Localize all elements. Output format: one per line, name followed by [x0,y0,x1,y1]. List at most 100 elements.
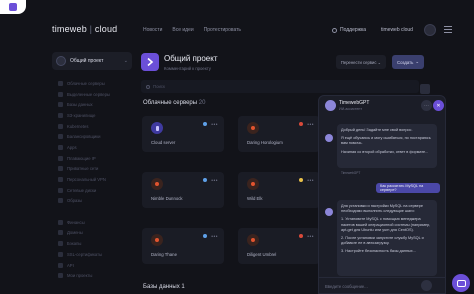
app-icon [9,3,17,11]
avatar[interactable] [424,24,436,36]
sidebar-item-apps[interactable]: Apps [52,142,132,153]
support-label: Поддержка [340,27,367,33]
balancer-icon [58,134,63,140]
image-icon [58,198,63,204]
nav-ideas[interactable]: Все идеи [172,27,193,33]
server-os-icon [151,234,163,246]
sidebar-item-projects[interactable]: Мои проекты [52,270,132,281]
region-flag-icon [203,178,207,182]
server-name: Wild Elk [247,196,263,201]
sidebar-item-vpn[interactable]: Персональный VPN [52,174,132,185]
close-icon[interactable]: ✕ [433,100,444,111]
sidebar-item-finance[interactable]: Финансы [52,217,132,228]
grid-view-icon[interactable] [420,84,430,94]
sidebar: Общий проект ⌄ Облачные серверы Выделенн… [52,52,132,294]
server-card[interactable]: ••• Daring Thane [142,228,224,264]
folder-icon [58,273,63,279]
browser-notch [0,0,26,14]
sidebar-item-domains[interactable]: Домены [52,228,132,239]
sidebar-item-balancers[interactable]: Балансировщики [52,131,132,142]
bot-avatar [325,134,333,142]
support-link[interactable]: Поддержка [332,27,366,33]
server-os-icon [151,122,163,134]
sidebar-item-images[interactable]: Образы [52,196,132,207]
apps-icon [58,144,63,150]
sidebar-item-ssl[interactable]: SSL-сертификаты [52,249,132,260]
server-os-icon [247,178,259,190]
sidebar-item-kubernetes[interactable]: Kubernetes [52,121,132,132]
bot-logo-icon [325,100,336,111]
sidebar-item-s3[interactable]: S3-хранилище [52,110,132,121]
sidebar-item-cloud-servers[interactable]: Облачные серверы [52,78,132,89]
server-os-icon [247,122,259,134]
logo[interactable]: timeweb | cloud [52,24,117,34]
server-card[interactable]: ••• Nimble Dunnock [142,172,224,208]
sidebar-item-backups[interactable]: Бэкапы [52,238,132,249]
project-switcher[interactable]: Общий проект ⌄ [52,52,132,70]
search-icon [146,84,150,89]
server-os-icon [247,234,259,246]
globe-icon [58,230,63,236]
sidebar-item-networks[interactable]: Приватные сети [52,164,132,175]
nav-test[interactable]: Протестировать [204,27,241,33]
project-comment[interactable]: Комментарий к проекту [164,66,211,71]
page-title: Общий проект [164,54,218,63]
server-card[interactable]: ••• Wild Elk [238,172,320,208]
chat-subtitle: ИИ-ассистент [339,107,362,111]
bot-answer: Для установки и настройки MySQL на серве… [337,200,437,276]
disk-icon [58,187,63,193]
more-icon[interactable]: ••• [307,178,314,184]
vpn-icon [58,177,63,183]
region-flag-icon [299,122,303,126]
lock-icon [58,251,63,257]
server-card[interactable]: ••• Cloud server [142,116,224,152]
region-flag-icon [299,234,303,238]
project-icon [56,56,66,66]
search-placeholder: Поиск [153,84,165,89]
chevron-down-icon: ⌄ [123,58,128,64]
move-service-button[interactable]: Перенести сервис ⌄ [336,55,386,69]
rack-icon [58,91,63,97]
account-name[interactable]: timeweb cloud [381,27,413,33]
server-card[interactable]: ••• Daring Horologium [238,116,320,152]
sidebar-item-dedicated[interactable]: Выделенные серверы [52,89,132,100]
bot-name: TimewebGPT [341,171,361,175]
sidebar-item-floating-ip[interactable]: Плавающие IP [52,153,132,164]
region-flag-icon [203,234,207,238]
more-icon[interactable]: ••• [307,234,314,240]
chat-fab-button[interactable] [452,274,470,292]
hamburger-icon[interactable] [444,26,452,34]
region-flag-icon [203,122,207,126]
databases-section-title: Базы данных 1 [143,284,185,290]
servers-section-title: Облачные серверы 20 [143,100,206,106]
network-icon [58,166,63,172]
nav-news[interactable]: Новости [143,27,162,33]
project-chevron-icon [141,53,159,71]
sidebar-menu: Облачные серверы Выделенные серверы Базы… [52,78,132,281]
server-name: Nimble Dunnock [151,196,183,201]
server-name: Daring Horologium [247,140,283,145]
send-icon[interactable] [421,280,432,291]
more-icon[interactable]: ••• [307,122,314,128]
server-icon [58,80,63,86]
more-icon[interactable]: ••• [211,178,218,184]
top-nav: Новости Все идеи Протестировать [143,27,241,33]
chat-title: TimewebGPT [339,100,370,106]
create-button[interactable]: Создать ⌄ [392,55,424,69]
backup-icon [58,241,63,247]
bot-message: Добрый день! Задайте мне свой вопрос. Я … [337,124,437,168]
region-flag-icon [299,178,303,182]
server-name: Daring Thane [151,252,177,257]
server-card[interactable]: ••• Diligent Umbrel [238,228,320,264]
more-icon[interactable]: ••• [211,234,218,240]
sidebar-item-disks[interactable]: Сетевые диски [52,185,132,196]
bot-avatar [325,208,333,216]
search-input[interactable]: Поиск [141,80,419,93]
user-message: Как раскатать MySQL на сервере? [376,183,440,193]
more-icon[interactable]: ••• [211,122,218,128]
server-name: Cloud server [151,140,176,145]
sidebar-item-api[interactable]: API [52,260,132,271]
database-icon [58,102,63,108]
more-icon[interactable]: ⋯ [421,100,432,111]
sidebar-item-databases[interactable]: Базы данных [52,99,132,110]
